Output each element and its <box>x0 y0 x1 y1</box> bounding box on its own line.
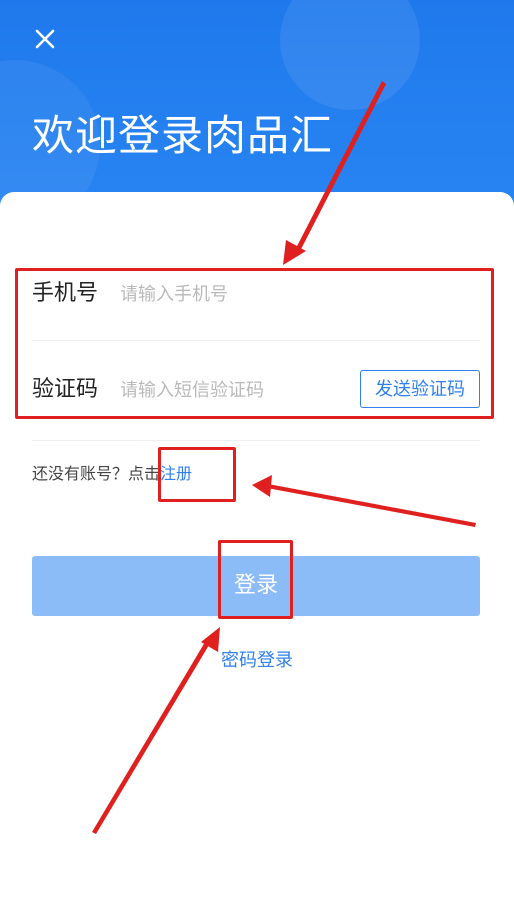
close-icon[interactable] <box>28 22 62 56</box>
password-login-link[interactable]: 密码登录 <box>0 648 514 674</box>
divider <box>32 340 480 341</box>
decorative-circle <box>280 0 420 110</box>
divider <box>32 440 480 441</box>
register-link[interactable]: 注册 <box>160 464 192 483</box>
register-prompt-text: 还没有账号？点击 <box>32 464 161 483</box>
send-code-button[interactable]: 发送验证码 <box>360 370 480 408</box>
phone-row: 手机号 <box>32 254 480 334</box>
code-row: 验证码 发送验证码 <box>32 350 480 430</box>
login-button[interactable]: 登录 <box>32 556 480 616</box>
sms-code-input[interactable] <box>120 370 350 410</box>
page-title: 欢迎登录肉品汇 <box>32 111 334 160</box>
code-label: 验证码 <box>32 377 99 402</box>
phone-input[interactable] <box>120 274 350 314</box>
phone-label: 手机号 <box>32 281 99 306</box>
register-prompt: 还没有账号？点击注册 <box>32 462 192 486</box>
